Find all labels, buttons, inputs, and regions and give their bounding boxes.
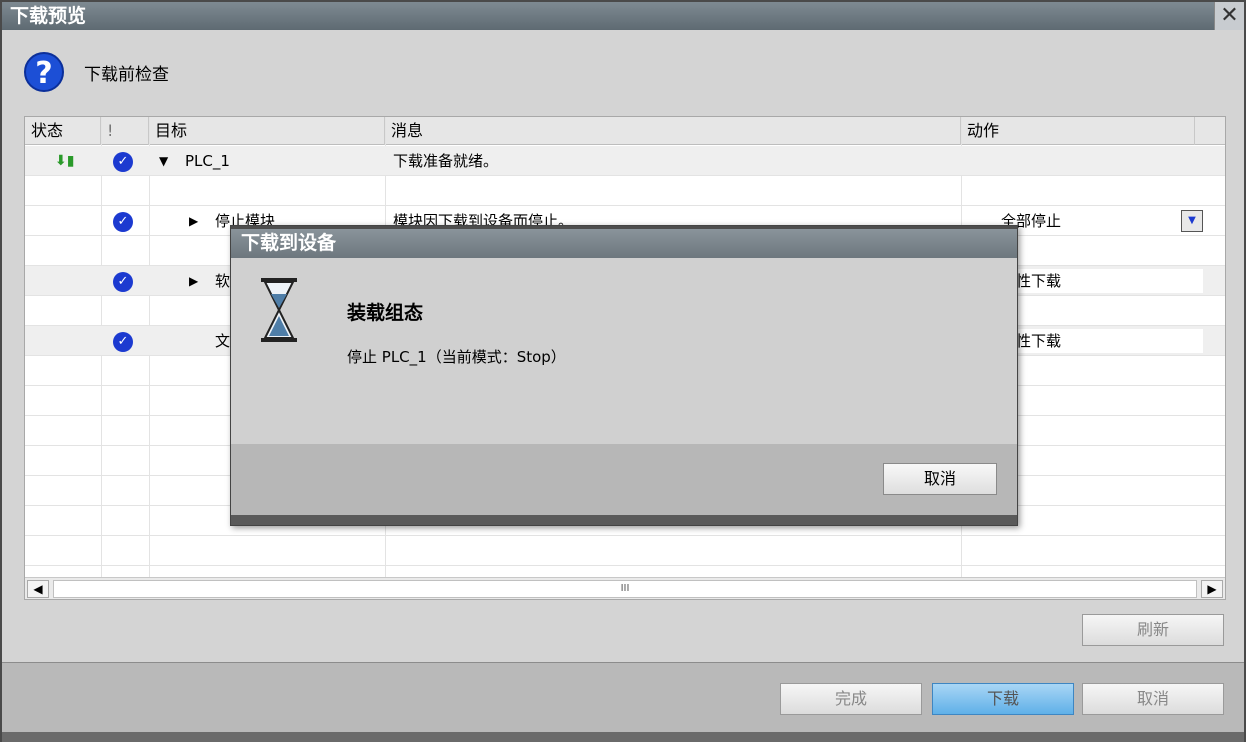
scroll-thumb[interactable]: III [53,580,1197,598]
check-icon: ✓ [113,272,133,292]
column-header-status[interactable]: 状态 [25,117,101,145]
scroll-right-icon[interactable]: ▶ [1201,580,1223,598]
table-row-empty [25,536,1225,566]
dialog-title: 下载到设备 [231,226,1017,258]
header: ? 下载前检查 [24,52,169,92]
column-header-message[interactable]: 消息 [385,117,961,145]
column-header-target[interactable]: 目标 [149,117,385,145]
download-status-icon: ⬇▮ [55,153,75,169]
scroll-left-icon[interactable]: ◀ [27,580,49,598]
check-icon: ✓ [113,212,133,232]
table-row[interactable]: ⬇▮ ✓ ▼ PLC_1 下载准备就绪。 [25,146,1225,176]
download-to-device-dialog: 下载到设备 装载组态 停止 PLC_1（当前模式：Stop） 取消 [230,225,1018,526]
cancel-button[interactable]: 取消 [1082,683,1224,715]
table-row-spacer [25,176,1225,206]
horizontal-scrollbar[interactable]: ◀ III ▶ [25,577,1225,599]
finish-button[interactable]: 完成 [780,683,922,715]
dialog-cancel-button[interactable]: 取消 [883,463,997,495]
dialog-status-text: 停止 PLC_1（当前模式：Stop） [347,348,566,366]
expand-triangle-icon[interactable]: ▶ [189,266,198,296]
target-cell: PLC_1 [185,152,230,170]
download-preview-window: 下载预览 ✕ ? 下载前检查 状态 ! 目标 消息 动作 ⬇▮ ✓ ▼ PLC_… [0,0,1246,742]
collapse-triangle-icon[interactable]: ▼ [159,146,168,176]
dialog-bottom-bar [231,515,1017,525]
dialog-heading: 装载组态 [347,302,424,324]
expand-triangle-icon[interactable]: ▶ [189,206,198,236]
message-cell: 下载准备就绪。 [393,152,499,170]
check-icon: ✓ [113,152,133,172]
chevron-down-icon[interactable]: ▼ [1181,210,1203,232]
dialog-title-top-bar [231,226,1017,229]
window-title: 下载预览 [2,2,1244,30]
check-icon: ✓ [113,332,133,352]
question-icon: ? [24,52,64,92]
target-cell: 文 [215,332,231,350]
close-button[interactable]: ✕ [1214,2,1244,30]
column-header-alert[interactable]: ! [101,117,149,145]
download-button[interactable]: 下载 [932,683,1074,715]
table-header: 状态 ! 目标 消息 动作 [25,117,1225,145]
target-cell: 软 [215,272,231,290]
footer-bottom-bar [2,732,1244,742]
refresh-button[interactable]: 刷新 [1082,614,1224,646]
header-label: 下载前检查 [84,64,169,85]
hourglass-icon [261,278,297,342]
column-header-action[interactable]: 动作 [961,117,1195,145]
